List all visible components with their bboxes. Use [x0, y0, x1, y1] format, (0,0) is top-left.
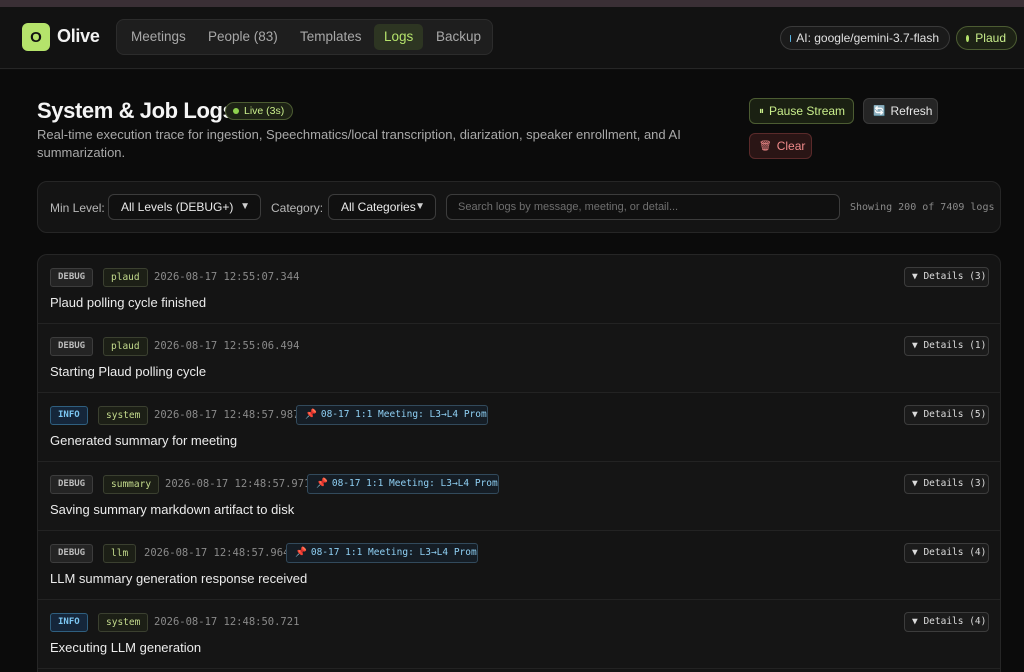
log-timestamp: 2026-08-17 12:48:57.971: [165, 478, 311, 490]
details-toggle[interactable]: ▼ Details (3): [904, 474, 989, 494]
window-top-strip: [0, 0, 1024, 7]
log-message: LLM summary generation response received: [50, 571, 308, 586]
category-badge: summary: [103, 475, 160, 494]
pin-icon: 📌: [316, 478, 328, 489]
tab-meetings[interactable]: Meetings: [121, 24, 196, 50]
clear-label: Clear: [776, 139, 806, 153]
category-badge: llm: [103, 544, 137, 563]
pause-stream-button[interactable]: ⏸ Pause Stream: [749, 98, 854, 124]
level-badge: DEBUG: [50, 475, 94, 494]
plaud-label: Plaud: [975, 31, 1006, 45]
live-badge-label: Live (3s): [244, 105, 285, 117]
log-row: DEBUG llm 2026-08-17 12:48:57.964 📌 08-17…: [38, 531, 1000, 600]
refresh-button[interactable]: 🔄 Refresh: [863, 98, 938, 124]
min-level-label: Min Level:: [50, 201, 105, 215]
category-select[interactable]: All Categories ▼: [328, 194, 436, 220]
log-message: Saving summary markdown artifact to disk: [50, 502, 295, 517]
level-badge: INFO: [50, 613, 88, 632]
level-badge: DEBUG: [50, 268, 94, 287]
log-message: Executing LLM generation: [50, 640, 202, 655]
trash-icon: 🗑: [759, 140, 772, 152]
log-search-input[interactable]: [446, 194, 840, 220]
category-value: All Categories: [341, 200, 416, 214]
log-count: Showing 200 of 7409 logs: [850, 202, 995, 213]
pin-icon: 📌: [295, 547, 307, 558]
details-toggle[interactable]: ▼ Details (5): [904, 405, 989, 425]
level-badge: DEBUG: [50, 337, 94, 356]
logs-page: System & Job Logs Live (3s) Real-time ex…: [0, 70, 1024, 672]
meeting-link-label: 08-17 1:1 Meeting: L3→L4 Prom…: [331, 478, 499, 489]
tab-templates[interactable]: Templates: [290, 24, 372, 50]
log-message: Generated summary for meeting: [50, 433, 238, 448]
log-timestamp: 2026-08-17 12:48:50.721: [154, 616, 300, 628]
chevron-down-icon: ▼: [415, 201, 425, 212]
level-badge: DEBUG: [50, 544, 94, 563]
log-row: DEBUG plaud 2026-08-17 12:55:06.494 Star…: [38, 324, 1000, 393]
log-timestamp: 2026-08-17 12:48:57.964: [144, 547, 290, 559]
meeting-link[interactable]: 📌 08-17 1:1 Meeting: L3→L4 Prom…: [286, 543, 478, 563]
status-dot-icon: [966, 34, 970, 42]
category-label: Category:: [271, 201, 324, 215]
category-badge: plaud: [103, 268, 148, 287]
plaud-status[interactable]: Plaud: [956, 26, 1017, 50]
log-timestamp: 2026-08-17 12:55:06.494: [154, 340, 300, 352]
refresh-label: Refresh: [890, 104, 933, 118]
meeting-link-label: 08-17 1:1 Meeting: L3→L4 Prom…: [320, 409, 488, 420]
log-row: INFO system 2026-08-17 12:48:57.987 📌 08-…: [38, 393, 1000, 462]
category-badge: plaud: [103, 337, 148, 356]
log-list: DEBUG plaud 2026-08-17 12:55:07.344 Plau…: [37, 254, 1001, 672]
level-badge: INFO: [50, 406, 88, 425]
log-row: DEBUG plaud 2026-08-17 12:55:07.344 Plau…: [38, 255, 1000, 324]
min-level-select[interactable]: All Levels (DEBUG+) ▼: [108, 194, 261, 220]
category-badge: system: [98, 406, 149, 425]
live-badge: Live (3s): [225, 102, 294, 120]
pin-icon: 📌: [305, 409, 317, 420]
top-navbar: O Olive Meetings People (83) Templates L…: [0, 7, 1024, 69]
tab-backup[interactable]: Backup: [426, 24, 491, 50]
log-row: DEBUG summary 2026-08-17 12:48:57.971 📌 0…: [38, 462, 1000, 531]
filter-bar: Min Level: All Levels (DEBUG+) ▼ Categor…: [37, 181, 1001, 233]
clear-button[interactable]: 🗑 Clear: [749, 133, 812, 159]
log-timestamp: 2026-08-17 12:48:57.987: [154, 409, 300, 421]
tab-logs[interactable]: Logs: [374, 24, 424, 50]
details-toggle[interactable]: ▼ Details (4): [904, 612, 989, 632]
log-timestamp: 2026-08-17 12:55:07.344: [154, 271, 300, 283]
details-toggle[interactable]: ▼ Details (1): [904, 336, 989, 356]
meeting-link[interactable]: 📌 08-17 1:1 Meeting: L3→L4 Prom…: [296, 405, 488, 425]
log-message: Plaud polling cycle finished: [50, 295, 207, 310]
log-message: Starting Plaud polling cycle: [50, 364, 207, 379]
page-subtitle: Real-time execution trace for ingestion,…: [37, 127, 681, 160]
category-badge: system: [98, 613, 149, 632]
main-nav: Meetings People (83) Templates Logs Back…: [116, 19, 493, 55]
tab-people[interactable]: People (83): [198, 24, 288, 50]
ai-model-label: AI: google/gemini-3.7-flash: [796, 31, 939, 45]
meeting-link[interactable]: 📌 08-17 1:1 Meeting: L3→L4 Prom…: [307, 474, 499, 494]
meeting-link-label: 08-17 1:1 Meeting: L3→L4 Prom…: [310, 547, 478, 558]
details-toggle[interactable]: ▼ Details (4): [904, 543, 989, 563]
log-row: INFO system 2026-08-17 12:48:50.721 Exec…: [38, 600, 1000, 669]
ai-model-status[interactable]: AI: google/gemini-3.7-flash: [780, 26, 950, 50]
chevron-down-icon: ▼: [240, 201, 250, 212]
pause-icon: ⏸: [759, 105, 764, 117]
page-title: System & Job Logs: [37, 98, 235, 123]
refresh-icon: 🔄: [873, 105, 886, 117]
details-toggle[interactable]: ▼ Details (3): [904, 267, 989, 287]
min-level-value: All Levels (DEBUG+): [121, 200, 234, 214]
pause-stream-label: Pause Stream: [769, 104, 846, 118]
app-logo[interactable]: O: [22, 23, 50, 51]
live-dot-icon: [233, 108, 239, 114]
app-name: Olive: [57, 26, 100, 46]
